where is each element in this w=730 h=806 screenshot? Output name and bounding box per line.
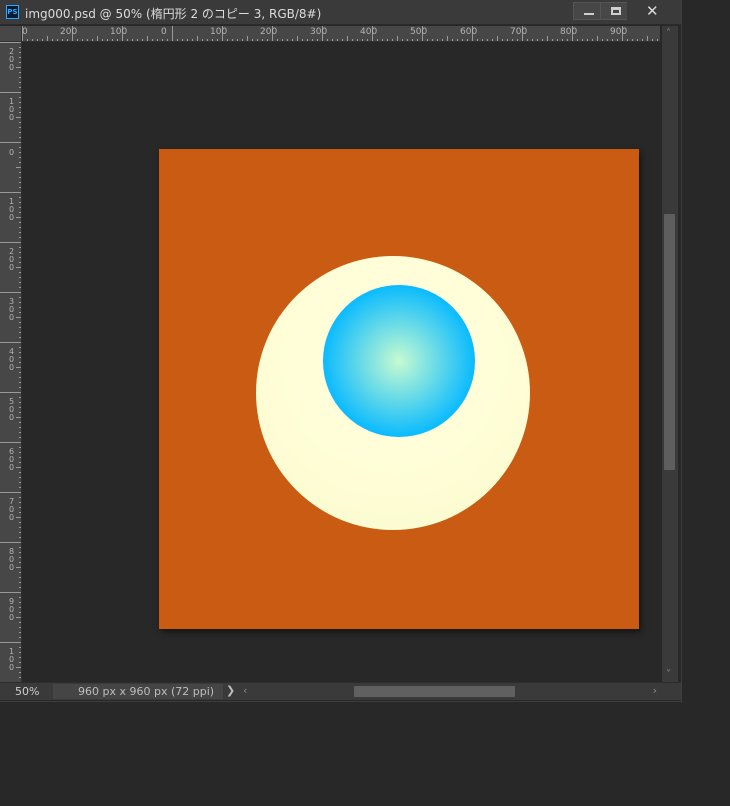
horizontal-scroll-thumb[interactable] (354, 686, 515, 697)
scroll-right-icon[interactable]: › (653, 684, 657, 697)
ruler-v-label: 0 (9, 148, 15, 157)
ruler-v-label: 100 (9, 647, 15, 672)
scroll-left-icon[interactable]: ‹ (243, 684, 247, 697)
ruler-h-label: 800 (560, 27, 578, 37)
ruler-origin[interactable] (0, 26, 22, 42)
maximize-icon (611, 7, 621, 15)
chevron-right-icon[interactable]: ❯ (226, 684, 235, 697)
document-canvas[interactable] (159, 149, 639, 629)
vertical-scrollbar[interactable]: ˄ ˅ (662, 26, 678, 682)
vertical-scroll-thumb[interactable] (664, 214, 675, 470)
document-info-text: 960 px x 960 px (72 ppi) (78, 685, 215, 698)
ruler-h-label: 0 (22, 27, 28, 37)
ruler-h-label: 900 (610, 27, 628, 37)
document-window: PS img000.psd @ 50% (楕円形 2 のコピー 3, RGB/8… (0, 0, 682, 702)
ruler-v-label: 200 (9, 47, 15, 72)
ruler-v-label: 600 (9, 447, 15, 472)
ruler-v-label: 800 (9, 547, 15, 572)
minimize-icon (584, 13, 594, 15)
ruler-h-label: 500 (410, 27, 428, 37)
ruler-h-label: 200 (60, 27, 78, 37)
close-button[interactable]: ✕ (627, 2, 677, 20)
zoom-level-field[interactable]: 50% (15, 685, 39, 698)
close-icon: ✕ (646, 2, 659, 20)
ruler-h-label: 400 (360, 27, 378, 37)
ruler-v-label: 700 (9, 497, 15, 522)
scroll-up-icon[interactable]: ˄ (666, 28, 671, 39)
vertical-ruler[interactable]: 200 100 0 100 200 300 400 500 600 700 80… (0, 42, 22, 682)
ruler-v-label: 300 (9, 297, 15, 322)
photoshop-icon: PS (6, 5, 19, 19)
horizontal-ruler[interactable]: 0 200 100 0 100 200 300 400 500 600 700 … (22, 26, 660, 42)
inner-ellipse-shape[interactable] (323, 285, 475, 437)
ruler-h-label: 300 (310, 27, 328, 37)
ruler-v-label: 400 (9, 347, 15, 372)
ruler-h-label: 100 (110, 27, 128, 37)
ruler-h-label: 100 (210, 27, 228, 37)
ruler-v-label: 100 (9, 197, 15, 222)
title-bar[interactable]: PS img000.psd @ 50% (楕円形 2 のコピー 3, RGB/8… (0, 0, 681, 25)
document-title: img000.psd @ 50% (楕円形 2 のコピー 3, RGB/8#) (25, 7, 322, 21)
ruler-v-label: 500 (9, 397, 15, 422)
ruler-v-label: 900 (9, 597, 15, 622)
ruler-h-label: 600 (460, 27, 478, 37)
canvas-area[interactable] (22, 42, 660, 682)
document-info-field[interactable]: 960 px x 960 px (72 ppi) (53, 684, 223, 699)
ruler-v-label: 200 (9, 247, 15, 272)
ruler-h-label: 700 (510, 27, 528, 37)
ruler-h-label: 0 (161, 27, 167, 37)
ruler-v-label: 100 (9, 97, 15, 122)
status-bar: 50% 960 px x 960 px (72 ppi) ❯ ‹ › (0, 682, 681, 700)
scroll-down-icon[interactable]: ˅ (666, 669, 671, 680)
ruler-h-label: 200 (260, 27, 278, 37)
horizontal-scrollbar[interactable]: ‹ › (240, 684, 660, 699)
